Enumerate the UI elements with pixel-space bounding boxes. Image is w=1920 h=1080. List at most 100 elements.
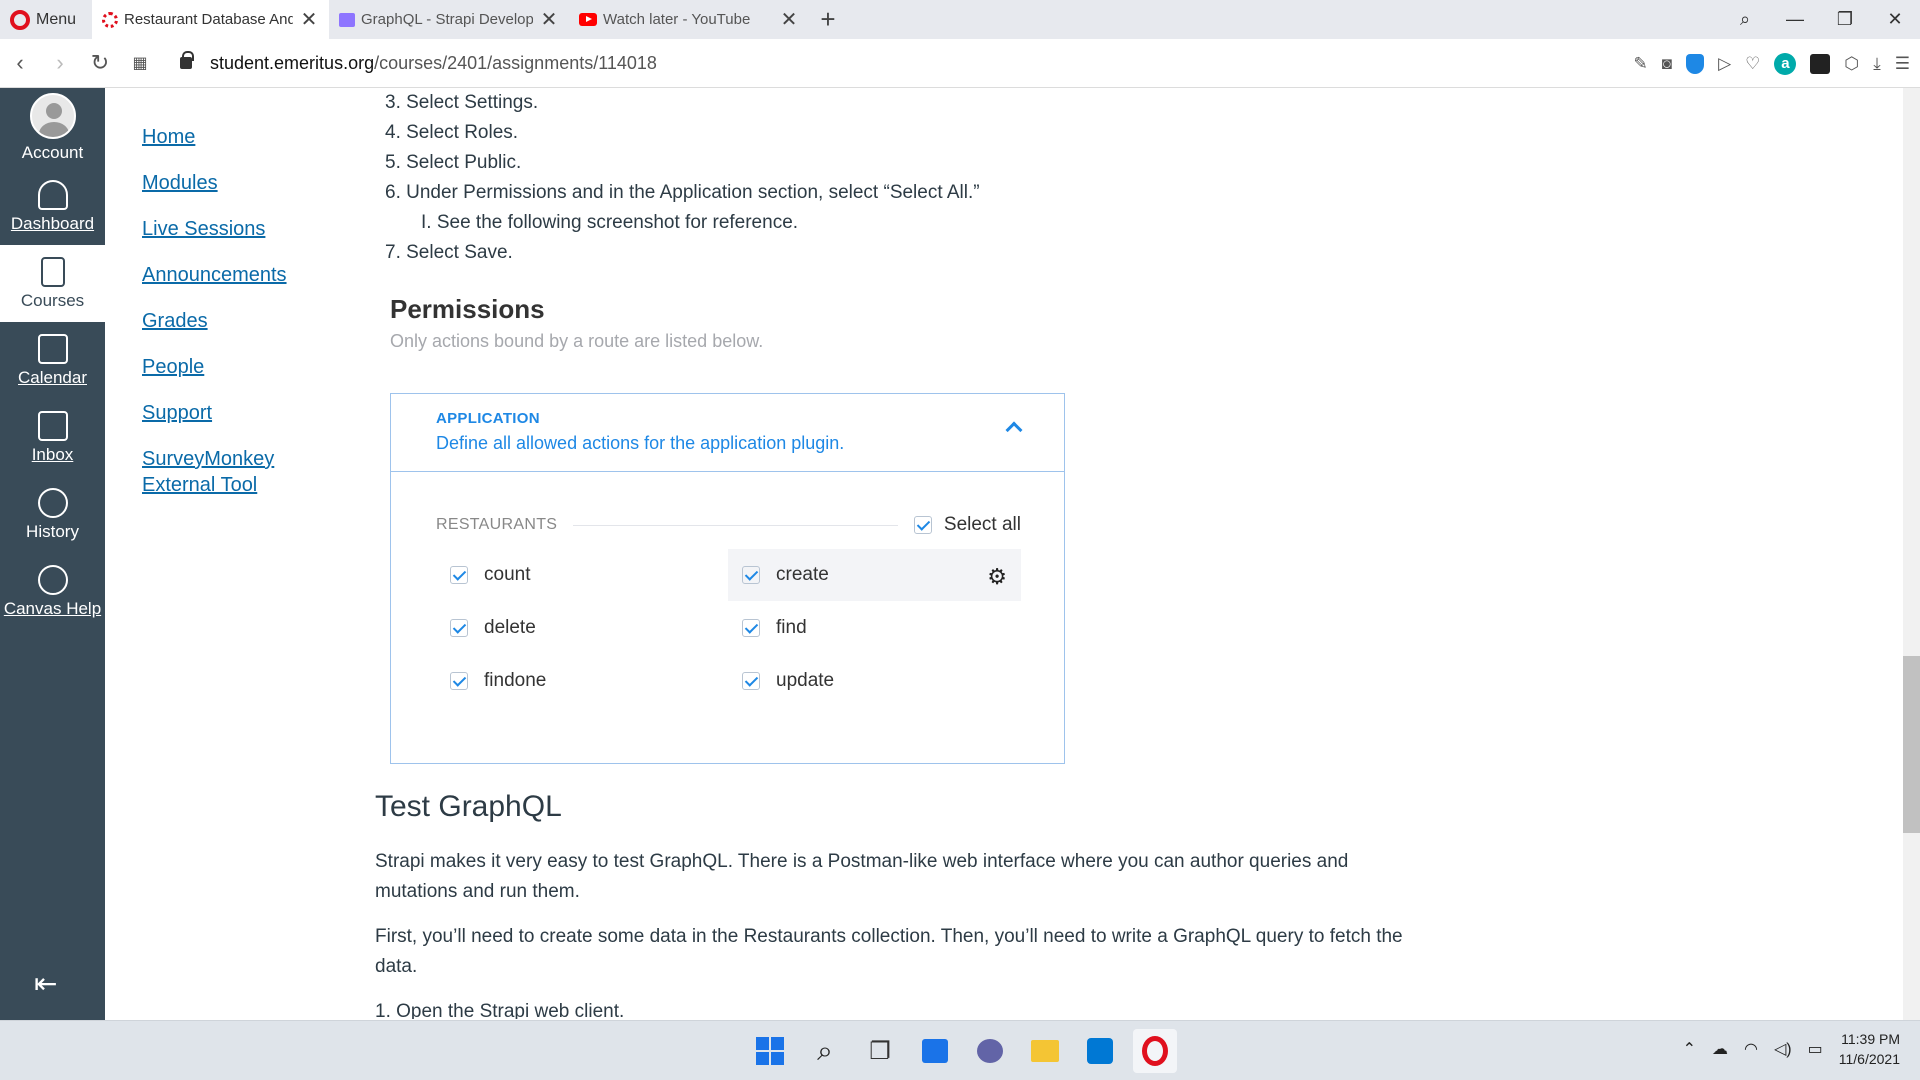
nav-label: Calendar: [18, 367, 87, 387]
windows-logo-icon: [756, 1037, 784, 1065]
wifi-icon[interactable]: ◠: [1744, 1039, 1758, 1059]
action-label: update: [776, 670, 835, 691]
page-scrollbar[interactable]: [1903, 88, 1920, 1020]
lock-icon: [180, 51, 194, 69]
nav-canvas-help[interactable]: Canvas Help: [0, 553, 105, 630]
camera-icon[interactable]: ◙: [1662, 54, 1672, 74]
step-item: 4. Select Roles.: [385, 122, 519, 143]
opera-logo-icon: [10, 9, 30, 30]
step-item: 6. Under Permissions and in the Applicat…: [385, 182, 980, 203]
volume-icon[interactable]: ◁): [1774, 1039, 1792, 1059]
course-nav-surveymonkey[interactable]: SurveyMonkey External Tool: [142, 446, 282, 498]
menu-label: Menu: [36, 10, 77, 28]
course-nav-home[interactable]: Home: [142, 124, 287, 150]
steps-list: 3. Select Settings. 4. Select Roles. 5. …: [385, 88, 1885, 268]
close-tab-icon[interactable]: ✕: [299, 7, 319, 32]
nav-label: History: [26, 521, 79, 541]
group-label: RESTAURANTS: [436, 516, 558, 533]
nav-account[interactable]: Account: [0, 88, 105, 168]
tab-watch-later[interactable]: Watch later - YouTube ✕: [569, 0, 809, 39]
nav-inbox[interactable]: Inbox: [0, 399, 105, 476]
minimize-icon[interactable]: —: [1770, 9, 1820, 30]
edit-icon[interactable]: ✎: [1634, 54, 1648, 74]
search-tabs-icon[interactable]: ⌕: [1720, 9, 1770, 30]
action-delete: delete: [436, 602, 696, 654]
application-permissions-card: APPLICATION Define all allowed actions f…: [390, 393, 1065, 764]
vscode-icon[interactable]: [1078, 1029, 1122, 1073]
close-tab-icon[interactable]: ✕: [539, 7, 559, 32]
back-icon[interactable]: ‹: [0, 50, 40, 76]
scrollbar-thumb[interactable]: [1903, 656, 1920, 833]
help-icon: [37, 564, 68, 595]
heart-icon[interactable]: ♡: [1745, 54, 1760, 74]
canvas-global-nav: Account Dashboard Courses Calendar Inbox…: [0, 88, 105, 1020]
browser-menu-button[interactable]: Menu: [0, 0, 92, 39]
windows-taskbar: ⌕ ❐ ⌃ ☁ ◠ ◁) ▭ 11:39 PM 11/6/2021: [0, 1020, 1920, 1080]
url-host: student.emeritus.org: [210, 52, 375, 73]
send-icon[interactable]: ▷: [1718, 54, 1731, 74]
youtube-favicon-icon: [579, 13, 597, 26]
paragraph: Strapi makes it very easy to test GraphQ…: [375, 851, 1349, 902]
course-nav-modules[interactable]: Modules: [142, 170, 287, 196]
tabs-grid-icon[interactable]: ▦: [120, 53, 160, 73]
course-nav-people[interactable]: People: [142, 354, 287, 380]
course-nav-announcements[interactable]: Announcements: [142, 262, 287, 288]
new-tab-icon[interactable]: +: [813, 4, 843, 35]
reload-icon[interactable]: ↻: [80, 50, 120, 76]
cube-icon[interactable]: ⬡: [1844, 54, 1859, 74]
action-find: find: [728, 602, 1021, 654]
action-create: create ⚙: [728, 549, 1021, 601]
task-view-icon[interactable]: ❐: [858, 1029, 902, 1073]
download-icon[interactable]: ⤓: [1873, 54, 1881, 74]
easy-setup-icon[interactable]: ☰: [1895, 54, 1910, 74]
calendar-icon: [37, 333, 68, 364]
chevron-up-icon[interactable]: ⌃: [1683, 1039, 1696, 1059]
permissions-screenshot-header: Permissions Only actions bound by a rout…: [390, 294, 763, 352]
file-explorer-icon[interactable]: [1023, 1029, 1067, 1073]
onedrive-cloud-icon[interactable]: ☁: [1712, 1039, 1728, 1059]
window-controls: ⌕ — ❐ ✕: [1720, 0, 1920, 39]
tab-graphql-strapi[interactable]: GraphQL - Strapi Developer Docs ✕: [329, 0, 569, 39]
vpn-shield-icon[interactable]: [1686, 53, 1705, 74]
permissions-title: Permissions: [390, 294, 545, 324]
course-nav-live-sessions[interactable]: Live Sessions: [142, 216, 287, 242]
url-field[interactable]: student.emeritus.org/courses/2401/assign…: [180, 51, 657, 74]
nav-label: Inbox: [31, 444, 74, 464]
url-text: student.emeritus.org/courses/2401/assign…: [210, 53, 657, 74]
step-item: 5. Select Public.: [385, 152, 522, 173]
restore-icon[interactable]: ❐: [1820, 9, 1870, 30]
checkbox-checked-icon: [742, 672, 760, 690]
extension-a-icon[interactable]: a: [1774, 52, 1797, 75]
start-button[interactable]: [748, 1029, 792, 1073]
nav-calendar[interactable]: Calendar: [0, 322, 105, 399]
action-findone: findone: [436, 655, 696, 707]
teams-chat-icon[interactable]: [968, 1029, 1012, 1073]
collapse-nav-icon[interactable]: ⇤: [34, 967, 57, 1000]
nav-courses[interactable]: Courses: [0, 245, 105, 322]
application-section-header: APPLICATION Define all allowed actions f…: [391, 394, 1064, 472]
strapi-favicon-icon: [102, 11, 118, 28]
section-heading: Test GraphQL: [375, 790, 562, 823]
search-icon[interactable]: ⌕: [803, 1029, 847, 1073]
course-nav-grades[interactable]: Grades: [142, 308, 287, 334]
react-devtools-icon[interactable]: [1810, 53, 1831, 74]
course-nav-support[interactable]: Support: [142, 400, 287, 426]
checkbox-checked-icon: [450, 566, 468, 584]
close-tab-icon[interactable]: ✕: [779, 7, 799, 32]
battery-icon[interactable]: ▭: [1808, 1039, 1823, 1059]
action-update: update: [728, 655, 1021, 707]
opera-browser-icon[interactable]: [1133, 1029, 1177, 1073]
forward-icon[interactable]: ›: [40, 50, 80, 76]
browser-tab-strip: Menu Restaurant Database And GraphQL ✕ G…: [0, 0, 1920, 39]
close-window-icon[interactable]: ✕: [1870, 9, 1920, 30]
checkbox-checked-icon: [913, 516, 932, 534]
time: 11:39 PM: [1841, 1031, 1900, 1047]
action-label: delete: [484, 617, 536, 638]
nav-history[interactable]: History: [0, 476, 105, 553]
step-item: 7. Select Save.: [385, 242, 513, 263]
avatar: [29, 93, 76, 139]
clock[interactable]: 11:39 PM 11/6/2021: [1839, 1029, 1900, 1069]
tab-restaurant-database[interactable]: Restaurant Database And GraphQL ✕: [92, 0, 329, 39]
nav-dashboard[interactable]: Dashboard: [0, 168, 105, 245]
widgets-icon[interactable]: [913, 1029, 957, 1073]
